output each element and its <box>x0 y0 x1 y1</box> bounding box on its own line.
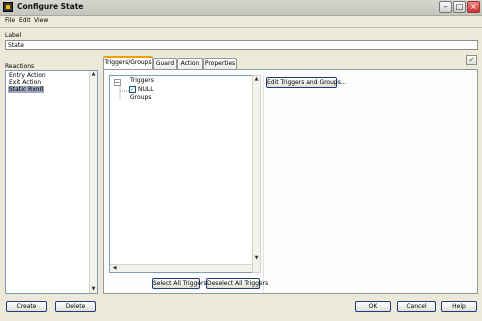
scroll-left-icon[interactable]: ◀ <box>111 265 118 272</box>
create-button[interactable]: Create <box>6 301 47 312</box>
tab-properties[interactable]: Properties <box>203 58 237 69</box>
close-icon: × <box>470 2 477 11</box>
delete-button[interactable]: Delete <box>55 301 96 312</box>
scroll-down-icon[interactable]: ▼ <box>90 286 97 293</box>
tree-null-label: NULL <box>138 86 154 93</box>
help-button[interactable]: Help <box>441 301 477 312</box>
menu-file[interactable]: File <box>5 17 15 24</box>
menu-bar: File Edit View <box>0 16 482 26</box>
panel-divider <box>263 75 264 293</box>
scroll-down-icon[interactable]: ▼ <box>253 255 260 262</box>
cancel-button[interactable]: Cancel <box>397 301 436 312</box>
title-bar: Configure State – □ × <box>0 0 482 16</box>
checkbox-icon[interactable]: ✓ <box>129 86 136 93</box>
reactions-scrollbar[interactable]: ▲ ▼ <box>89 71 97 293</box>
configure-state-dialog: Configure State – □ × File Edit View Lab… <box>0 0 482 321</box>
window-title: Configure State <box>17 2 84 11</box>
minimize-icon: – <box>443 2 448 11</box>
menu-edit[interactable]: Edit <box>19 17 31 24</box>
menu-separator <box>0 27 482 28</box>
close-button[interactable]: × <box>467 1 480 13</box>
scroll-up-icon[interactable]: ▲ <box>253 76 260 83</box>
tab-action[interactable]: Action <box>177 58 203 69</box>
tree-hscrollbar[interactable]: ◀ ▶ <box>110 264 260 272</box>
tree-groups-label: Groups <box>130 94 152 101</box>
app-icon <box>3 2 13 12</box>
reaction-item[interactable]: Entry Action <box>9 72 46 79</box>
triggers-tree[interactable]: − Triggers ✓ NULL Groups ◀ ▶ <box>109 75 261 273</box>
select-all-triggers-button[interactable]: Select All Triggers <box>152 278 207 289</box>
label-heading: Label <box>5 32 22 39</box>
tab-guard[interactable]: Guard <box>153 58 177 69</box>
collapse-icon[interactable]: − <box>114 79 121 86</box>
reaction-item[interactable]: Exit Action <box>9 79 41 86</box>
checkmark-icon: ✔ <box>468 56 475 64</box>
reaction-item-selected[interactable]: Static Rxn0 <box>8 86 45 93</box>
label-input[interactable]: State <box>5 40 478 50</box>
tree-vscrollbar[interactable]: ▲ ▼ <box>252 75 261 273</box>
tree-triggers-label: Triggers <box>130 77 154 84</box>
minimize-button[interactable]: – <box>439 1 452 13</box>
tab-triggers-groups[interactable]: Triggers/Groups <box>103 56 153 69</box>
ok-button[interactable]: OK <box>355 301 391 312</box>
maximize-icon: □ <box>455 2 464 11</box>
maximize-button[interactable]: □ <box>453 1 466 13</box>
reactions-heading: Reactions <box>5 63 35 70</box>
edit-triggers-button[interactable]: Edit Triggers and Groups... <box>266 77 347 88</box>
apply-button[interactable]: ✔ <box>466 55 477 65</box>
reactions-list[interactable]: Entry Action Exit Action Static Rxn0 ▲ ▼ <box>5 70 98 294</box>
menu-view[interactable]: View <box>34 17 48 24</box>
deselect-all-triggers-button[interactable]: Deselect All Triggers <box>206 278 268 289</box>
scroll-up-icon[interactable]: ▲ <box>90 71 97 78</box>
